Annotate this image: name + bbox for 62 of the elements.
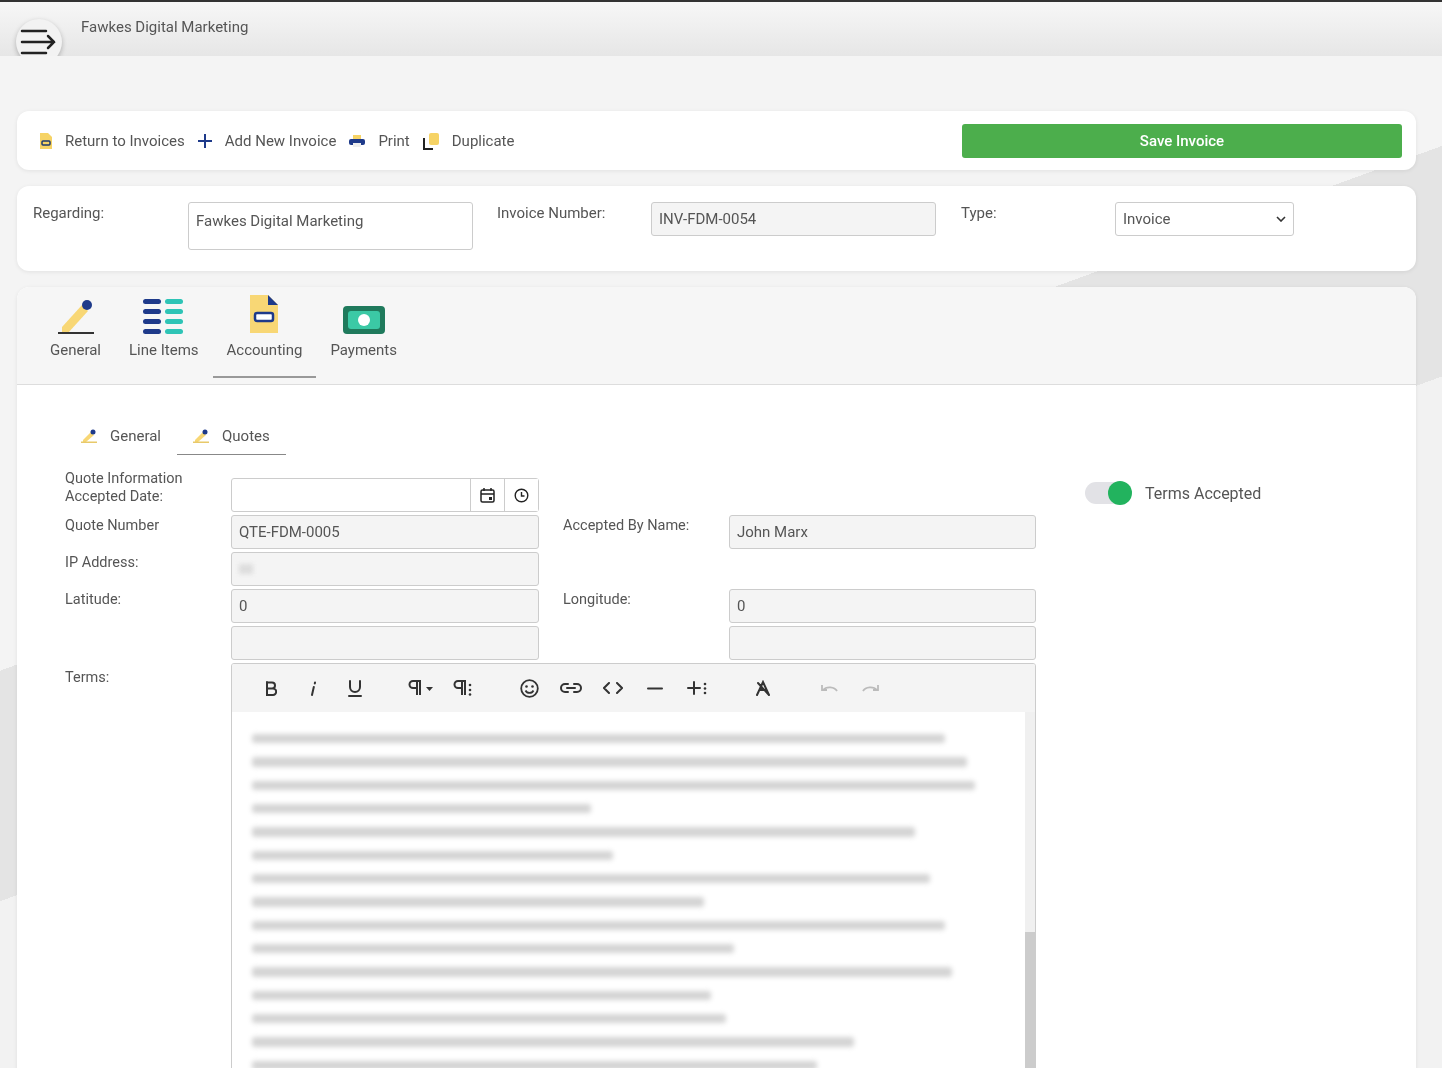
field-label: IP Address: xyxy=(65,553,140,573)
printer-icon xyxy=(348,133,367,148)
pencil-icon xyxy=(55,297,96,335)
field-label: Regarding: xyxy=(33,203,106,222)
plus-icon xyxy=(196,132,213,149)
list-icon xyxy=(142,297,185,335)
calendar-icon xyxy=(480,487,495,503)
field-label: Accepted By Name: xyxy=(563,516,691,536)
field-label: Quote Number xyxy=(65,516,161,536)
minus-icon xyxy=(647,686,663,690)
longitude-field[interactable]: 0 xyxy=(729,589,1036,623)
clock-icon xyxy=(514,487,529,503)
copy-icon xyxy=(421,131,440,150)
tab[interactable]: Accounting xyxy=(212,288,317,378)
ip-address-field[interactable] xyxy=(231,552,539,586)
redo-icon xyxy=(862,683,880,693)
pencil-icon xyxy=(193,429,209,443)
clock-button[interactable] xyxy=(504,479,538,511)
accepted-by-field[interactable]: John Marx xyxy=(729,515,1036,549)
undo-icon xyxy=(820,683,838,693)
regarding-field[interactable]: Fawkes Digital Marketing xyxy=(188,202,473,250)
field-label: Quote Information Accepted Date: xyxy=(65,469,184,508)
chevron-icon xyxy=(1276,216,1286,222)
input-field[interactable] xyxy=(729,626,1036,660)
company-title: Fawkes Digital Marketing xyxy=(81,18,249,36)
pilcrow-icon xyxy=(453,680,473,696)
tab[interactable]: Line Items xyxy=(115,288,213,378)
field-label: Latitude: xyxy=(65,590,123,610)
field-label: Invoice Number: xyxy=(497,203,607,222)
toolbar-action[interactable]: Add New Invoice xyxy=(196,131,337,150)
toolbar-action[interactable]: Return to Invoices xyxy=(39,131,185,150)
tab[interactable]: Payments xyxy=(316,288,411,378)
clear-format-icon xyxy=(755,680,771,696)
invoice-number-field[interactable]: INV-FDM-0054 xyxy=(651,202,936,236)
toolbar-action[interactable]: Print xyxy=(348,131,410,150)
pencil-icon xyxy=(81,429,97,443)
quote-number-field[interactable]: QTE-FDM-0005 xyxy=(231,515,539,549)
type-select[interactable]: Invoice xyxy=(1115,202,1294,236)
date-field[interactable] xyxy=(231,478,539,512)
terms-accepted-toggle[interactable]: Terms Accepted xyxy=(1085,474,1416,512)
input-field[interactable] xyxy=(231,626,539,660)
smiley-icon xyxy=(519,678,539,698)
italic-icon xyxy=(309,680,317,696)
subtab[interactable]: Quotes xyxy=(177,421,286,455)
code-icon xyxy=(603,682,623,694)
toolbar-action[interactable]: Duplicate xyxy=(421,131,515,150)
document-icon xyxy=(248,293,281,335)
tab[interactable]: General xyxy=(36,288,115,378)
scrollbar[interactable] xyxy=(1025,712,1035,1068)
link-icon xyxy=(560,682,582,694)
pilcrow-icon xyxy=(407,680,435,696)
menu-icon xyxy=(20,29,58,55)
subtab[interactable]: General xyxy=(65,421,177,455)
field-label: Type: xyxy=(961,203,998,222)
banknote-icon xyxy=(342,305,385,335)
bold-icon xyxy=(265,680,277,696)
field-label: Terms: xyxy=(65,668,111,688)
document-icon xyxy=(39,131,53,150)
latitude-field[interactable]: 0 xyxy=(231,589,539,623)
underline-icon xyxy=(348,679,362,697)
plus-icon xyxy=(686,680,708,696)
field-label: Longitude: xyxy=(563,590,632,610)
